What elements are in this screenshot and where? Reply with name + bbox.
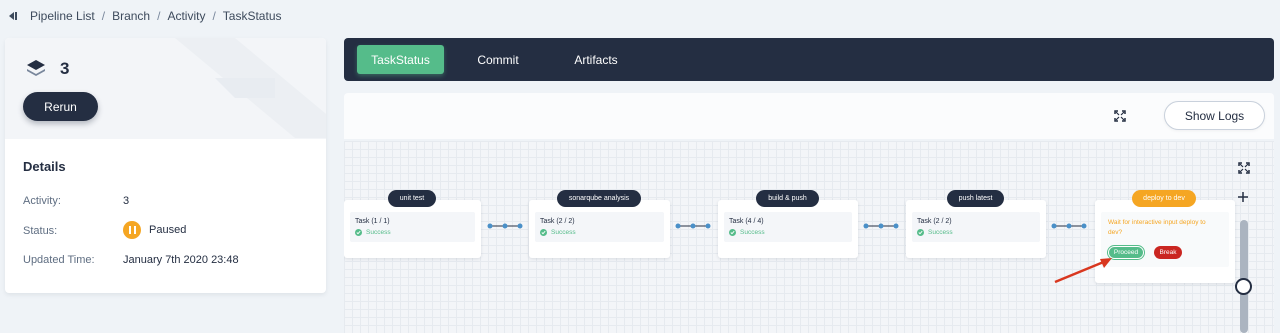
check-circle-icon bbox=[729, 229, 736, 236]
stage-card: Task (4 / 4) Success bbox=[718, 200, 858, 258]
task-status-text: Success bbox=[928, 229, 953, 236]
task-status-text: Success bbox=[551, 229, 576, 236]
details-title: Details bbox=[23, 159, 66, 174]
breadcrumb-activity[interactable]: Activity bbox=[167, 9, 205, 23]
tab-bar: TaskStatus Commit Artifacts bbox=[344, 38, 1274, 81]
breadcrumb: Pipeline List / Branch / Activity / Task… bbox=[6, 8, 282, 24]
plus-icon[interactable] bbox=[1237, 191, 1249, 203]
check-circle-icon bbox=[540, 229, 547, 236]
stage-connector bbox=[675, 223, 711, 229]
breadcrumb-current: TaskStatus bbox=[222, 9, 282, 23]
expand-icon[interactable] bbox=[1237, 161, 1251, 175]
check-circle-icon bbox=[917, 229, 924, 236]
tab-commit[interactable]: Commit bbox=[462, 45, 534, 74]
task-count: Task (2 / 2) bbox=[540, 218, 575, 225]
task-status-text: Success bbox=[740, 229, 765, 236]
activity-header: 3 Rerun bbox=[5, 38, 326, 139]
stage-label-unit-test[interactable]: unit test bbox=[388, 190, 436, 207]
stage-label-push-latest[interactable]: push latest bbox=[947, 190, 1004, 207]
input-request-message: Wait for interactive input deploy to dev… bbox=[1108, 219, 1206, 236]
show-logs-button[interactable]: Show Logs bbox=[1164, 101, 1265, 130]
detail-label-updated: Updated Time: bbox=[23, 254, 95, 266]
task-status: Success bbox=[917, 229, 953, 236]
stage-card-input: Wait for interactive input deploy to dev… bbox=[1095, 200, 1235, 283]
task-count: Task (1 / 1) bbox=[355, 218, 390, 225]
stage-label-sonarqube[interactable]: sonarqube analysis bbox=[557, 190, 641, 207]
detail-label-activity: Activity: bbox=[23, 195, 61, 207]
task-count: Task (2 / 2) bbox=[917, 218, 952, 225]
tab-artifacts[interactable]: Artifacts bbox=[558, 45, 634, 74]
stage-label-build-push[interactable]: build & push bbox=[756, 190, 819, 207]
layers-icon bbox=[27, 60, 45, 76]
task-status: Success bbox=[729, 229, 765, 236]
task-status: Success bbox=[355, 229, 391, 236]
stage-connector bbox=[487, 223, 523, 229]
stage-card: Task (1 / 1) Success bbox=[344, 200, 481, 258]
breadcrumb-separator: / bbox=[157, 9, 161, 23]
rerun-button[interactable]: Rerun bbox=[23, 92, 98, 121]
zoom-slider-handle[interactable] bbox=[1235, 278, 1252, 295]
breadcrumb-branch[interactable]: Branch bbox=[112, 9, 150, 23]
detail-value-updated: January 7th 2020 23:48 bbox=[123, 254, 239, 266]
check-circle-icon bbox=[355, 229, 362, 236]
stage-label-deploy-to-dev[interactable]: deploy to dev bbox=[1132, 190, 1196, 207]
proceed-button[interactable]: Proceed bbox=[1108, 246, 1144, 259]
pipeline-toolbar: Show Logs bbox=[344, 93, 1274, 139]
task-box[interactable]: Task (4 / 4) Success bbox=[724, 212, 852, 242]
activity-number: 3 bbox=[60, 59, 70, 78]
tab-taskstatus[interactable]: TaskStatus bbox=[357, 45, 444, 74]
task-box[interactable]: Task (2 / 2) Success bbox=[535, 212, 664, 242]
zoom-slider-track[interactable] bbox=[1240, 220, 1248, 333]
status-text: Paused bbox=[149, 224, 187, 236]
stage-card: Task (2 / 2) Success bbox=[529, 200, 670, 258]
pause-icon bbox=[123, 221, 141, 239]
background-decoration bbox=[175, 38, 326, 138]
breadcrumb-pipeline-list[interactable]: Pipeline List bbox=[30, 9, 95, 23]
stage-connector bbox=[1051, 223, 1087, 229]
expand-icon[interactable] bbox=[1113, 109, 1127, 123]
detail-value-activity: 3 bbox=[123, 195, 130, 207]
back-arrow-icon[interactable] bbox=[6, 9, 20, 23]
task-box[interactable]: Task (2 / 2) Success bbox=[912, 212, 1040, 242]
breadcrumb-separator: / bbox=[212, 9, 216, 23]
detail-label-status: Status: bbox=[23, 225, 58, 237]
task-status-text: Success bbox=[366, 229, 391, 236]
detail-value-status: Paused bbox=[123, 221, 186, 239]
task-box[interactable]: Task (1 / 1) Success bbox=[350, 212, 475, 242]
task-status: Success bbox=[540, 229, 576, 236]
breadcrumb-separator: / bbox=[101, 9, 106, 23]
activity-summary-card: 3 Rerun Details Activity: 3 Status: Paus… bbox=[5, 38, 326, 293]
stage-connector bbox=[863, 223, 899, 229]
pipeline-canvas: unit test Task (1 / 1) Success sonarqube… bbox=[344, 141, 1274, 333]
break-button[interactable]: Break bbox=[1154, 246, 1182, 259]
stage-card: Task (2 / 2) Success bbox=[906, 200, 1046, 258]
task-count: Task (4 / 4) bbox=[729, 218, 764, 225]
